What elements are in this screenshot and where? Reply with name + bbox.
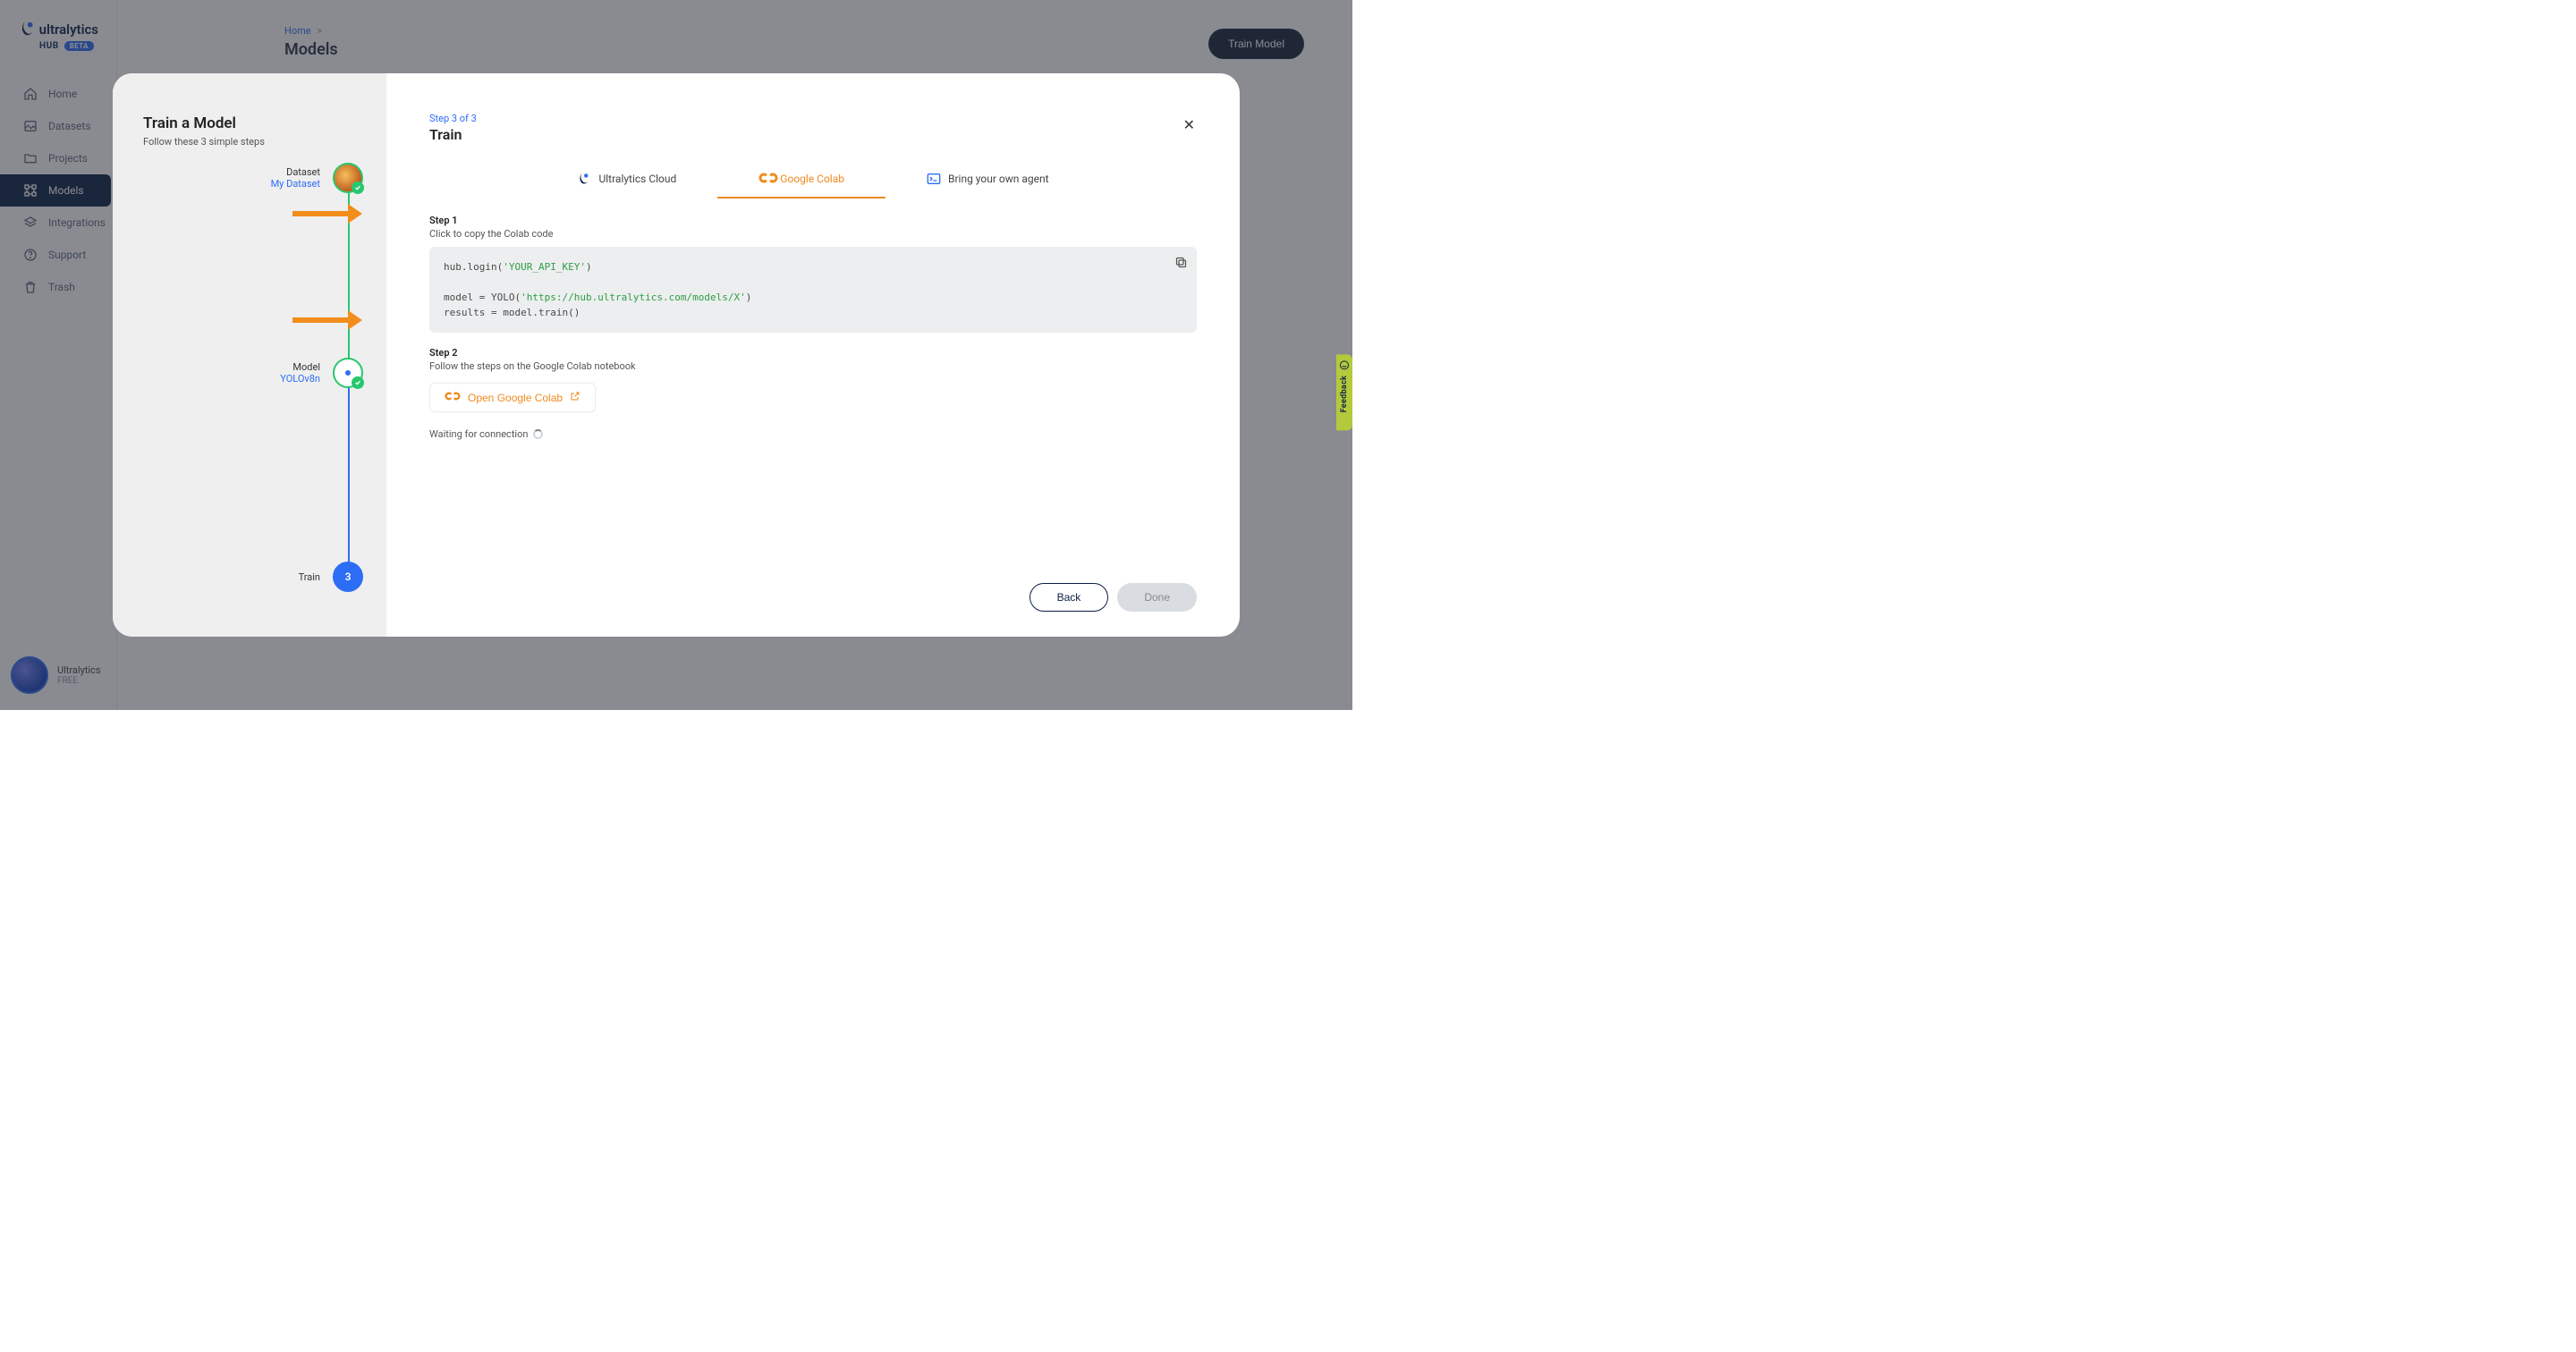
close-modal-button[interactable]: ✕: [1183, 116, 1195, 134]
dataset-thumb-icon: [333, 163, 363, 193]
ultralytics-cloud-icon: [577, 172, 591, 186]
feedback-tab[interactable]: Feedback: [1336, 354, 1352, 430]
tab-bring-agent[interactable]: Bring your own agent: [886, 163, 1090, 199]
tab-google-colab[interactable]: Google Colab: [717, 163, 886, 199]
step-title: Train: [429, 126, 1197, 143]
train-model-modal: Train a Model Follow these 3 simple step…: [113, 73, 1240, 637]
check-icon: [352, 376, 364, 389]
external-link-icon: [570, 391, 580, 404]
stepper-line-active: [348, 374, 350, 576]
smile-icon: [1339, 359, 1350, 370]
step2-label: Step 2: [429, 347, 1197, 359]
back-button[interactable]: Back: [1030, 583, 1109, 612]
spinner-icon: [533, 429, 543, 439]
step-label: Train: [299, 571, 320, 583]
train-step-number-icon: 3: [333, 562, 363, 592]
step-labels: Train: [299, 571, 320, 583]
modal-title: Train a Model: [143, 114, 361, 132]
modal-stepper-pane: Train a Model Follow these 3 simple step…: [113, 73, 386, 637]
waiting-label: Waiting for connection: [429, 428, 528, 440]
step-value: My Dataset: [271, 178, 320, 190]
step-node-dataset[interactable]: Dataset My Dataset: [271, 163, 363, 193]
step1-block: Step 1 Click to copy the Colab code hub.…: [429, 215, 1197, 333]
step-labels: Model YOLOv8n: [280, 361, 320, 384]
open-colab-button[interactable]: Open Google Colab: [429, 383, 596, 412]
step1-desc: Click to copy the Colab code: [429, 228, 1197, 240]
modal-footer: Back Done: [1030, 583, 1197, 612]
done-button[interactable]: Done: [1117, 583, 1197, 612]
step-value: YOLOv8n: [280, 373, 320, 384]
colab-icon: [445, 391, 461, 404]
close-icon: ✕: [1183, 118, 1195, 133]
model-node-icon: [333, 358, 363, 388]
tab-ultralytics-cloud[interactable]: Ultralytics Cloud: [536, 163, 717, 199]
step-labels: Dataset My Dataset: [271, 166, 320, 190]
tab-label: Google Colab: [780, 173, 844, 185]
copy-icon: [1174, 258, 1188, 272]
step1-label: Step 1: [429, 215, 1197, 226]
waiting-status: Waiting for connection: [429, 428, 1197, 440]
tab-label: Bring your own agent: [948, 173, 1049, 185]
code-snippet[interactable]: hub.login('YOUR_API_KEY') model = YOLO('…: [429, 247, 1197, 333]
step-counter: Step 3 of 3: [429, 113, 1197, 124]
stepper-line-done: [348, 179, 350, 374]
step-node-train[interactable]: Train 3: [299, 562, 363, 592]
tab-label: Ultralytics Cloud: [598, 173, 676, 185]
colab-icon: [758, 172, 773, 186]
step2-desc: Follow the steps on the Google Colab not…: [429, 360, 1197, 372]
modal-subtitle: Follow these 3 simple steps: [143, 136, 361, 148]
step-node-model[interactable]: Model YOLOv8n: [280, 358, 363, 388]
terminal-icon: [927, 172, 941, 186]
step2-block: Step 2 Follow the steps on the Google Co…: [429, 347, 1197, 440]
check-icon: [352, 182, 364, 194]
train-tabs: Ultralytics Cloud Google Colab Bring you…: [429, 163, 1197, 199]
step-label: Model: [280, 361, 320, 373]
copy-code-button[interactable]: [1174, 256, 1188, 272]
open-colab-label: Open Google Colab: [468, 392, 563, 404]
stepper: Dataset My Dataset Model YOLOv8n Tra: [113, 163, 386, 612]
modal-content-pane: Step 3 of 3 Train ✕ Ultralytics Cloud Go…: [386, 73, 1240, 637]
feedback-label: Feedback: [1340, 376, 1349, 412]
step-label: Dataset: [271, 166, 320, 178]
